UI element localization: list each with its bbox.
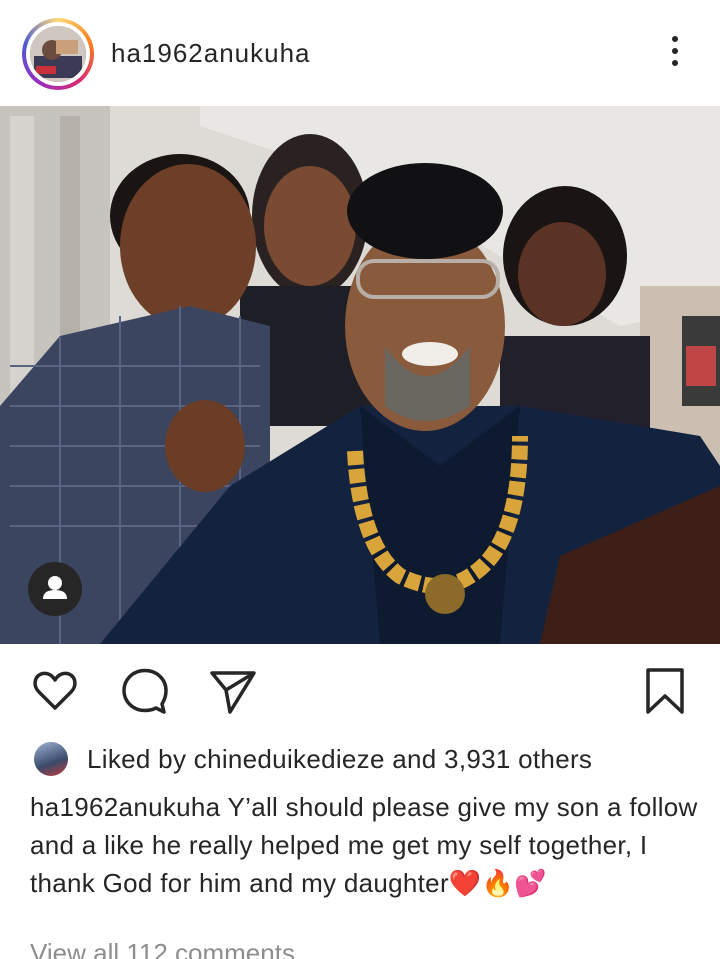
post-photo[interactable] — [0, 106, 720, 644]
view-all-comments-link[interactable]: View all 112 comments — [30, 938, 295, 959]
likes-count[interactable]: Liked by chineduikedieze and 3,931 other… — [87, 744, 592, 775]
post-caption: ha1962anukuha Y’all should please give m… — [30, 788, 700, 902]
liker-avatar[interactable] — [32, 740, 70, 778]
post-username[interactable]: ha1962anukuha — [111, 38, 311, 69]
action-bar — [0, 644, 720, 736]
heart-icon[interactable] — [30, 666, 80, 716]
user-tag-icon[interactable] — [28, 562, 82, 616]
send-icon[interactable] — [208, 666, 258, 716]
more-vertical-icon[interactable] — [660, 36, 690, 72]
caption-emojis: ❤️🔥💕 — [448, 868, 547, 898]
post-header: ha1962anukuha — [0, 0, 720, 106]
caption-username[interactable]: ha1962anukuha — [30, 792, 220, 822]
bookmark-icon[interactable] — [640, 666, 690, 716]
profile-avatar[interactable] — [22, 18, 94, 90]
comment-icon[interactable] — [120, 666, 170, 716]
